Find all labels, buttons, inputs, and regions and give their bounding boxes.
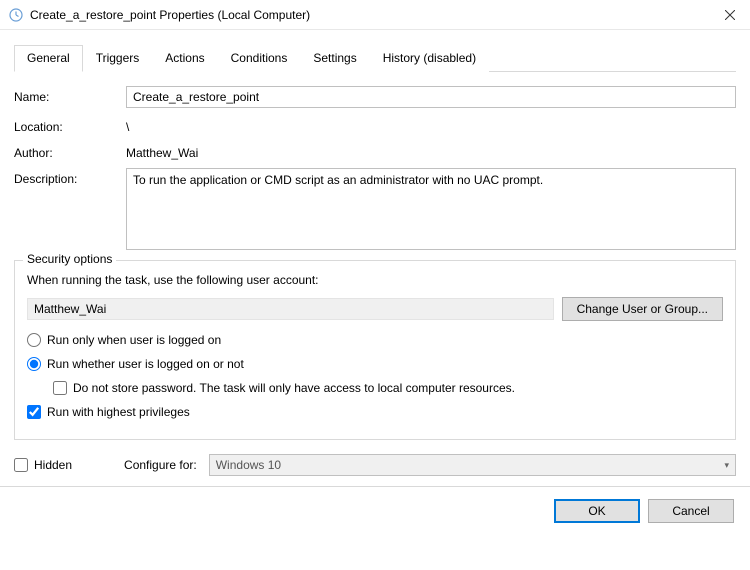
change-user-button[interactable]: Change User or Group...: [562, 297, 723, 321]
configure-for-select[interactable]: Windows 10 ▾: [209, 454, 736, 476]
user-account-field: Matthew_Wai: [27, 298, 554, 320]
when-running-label: When running the task, use the following…: [27, 273, 723, 287]
hidden-checkbox[interactable]: Hidden: [14, 458, 72, 472]
location-value: \: [126, 116, 129, 134]
window-title: Create_a_restore_point Properties (Local…: [30, 8, 710, 22]
tab-conditions[interactable]: Conditions: [218, 45, 301, 72]
hidden-checkbox-input[interactable]: [14, 458, 28, 472]
security-options-group: Security options When running the task, …: [14, 260, 736, 440]
tab-general[interactable]: General: [14, 45, 83, 72]
run-logged-on-radio[interactable]: Run only when user is logged on: [27, 333, 723, 347]
chevron-down-icon: ▾: [724, 460, 729, 471]
security-options-title: Security options: [23, 252, 116, 266]
configure-for-value: Windows 10: [216, 458, 281, 472]
tab-settings[interactable]: Settings: [300, 45, 369, 72]
run-highest-label: Run with highest privileges: [47, 405, 190, 419]
run-highest-checkbox-input[interactable]: [27, 405, 41, 419]
hidden-label: Hidden: [34, 458, 72, 472]
run-whether-radio[interactable]: Run whether user is logged on or not: [27, 357, 723, 371]
tab-bar: General Triggers Actions Conditions Sett…: [14, 44, 736, 72]
description-label: Description:: [14, 168, 126, 186]
dialog-footer: OK Cancel: [0, 486, 750, 535]
description-field[interactable]: [126, 168, 736, 250]
dialog-content: General Triggers Actions Conditions Sett…: [0, 30, 750, 486]
close-button[interactable]: [710, 0, 750, 30]
tab-actions[interactable]: Actions: [152, 45, 217, 72]
run-logged-on-label: Run only when user is logged on: [47, 333, 221, 347]
location-label: Location:: [14, 116, 126, 134]
tab-triggers[interactable]: Triggers: [83, 45, 153, 72]
bottom-row: Hidden Configure for: Windows 10 ▾: [14, 454, 736, 476]
run-logged-on-radio-input[interactable]: [27, 333, 41, 347]
cancel-button[interactable]: Cancel: [648, 499, 734, 523]
author-value: Matthew_Wai: [126, 142, 198, 160]
run-whether-radio-input[interactable]: [27, 357, 41, 371]
do-not-store-label: Do not store password. The task will onl…: [73, 381, 515, 395]
author-label: Author:: [14, 142, 126, 160]
run-whether-label: Run whether user is logged on or not: [47, 357, 244, 371]
configure-for-label: Configure for:: [124, 458, 197, 472]
name-label: Name:: [14, 86, 126, 104]
ok-button[interactable]: OK: [554, 499, 640, 523]
tab-history[interactable]: History (disabled): [370, 45, 489, 72]
do-not-store-checkbox[interactable]: Do not store password. The task will onl…: [53, 381, 723, 395]
run-highest-checkbox[interactable]: Run with highest privileges: [27, 405, 723, 419]
titlebar: Create_a_restore_point Properties (Local…: [0, 0, 750, 30]
name-field[interactable]: [126, 86, 736, 108]
task-scheduler-icon: [8, 7, 24, 23]
do-not-store-checkbox-input[interactable]: [53, 381, 67, 395]
